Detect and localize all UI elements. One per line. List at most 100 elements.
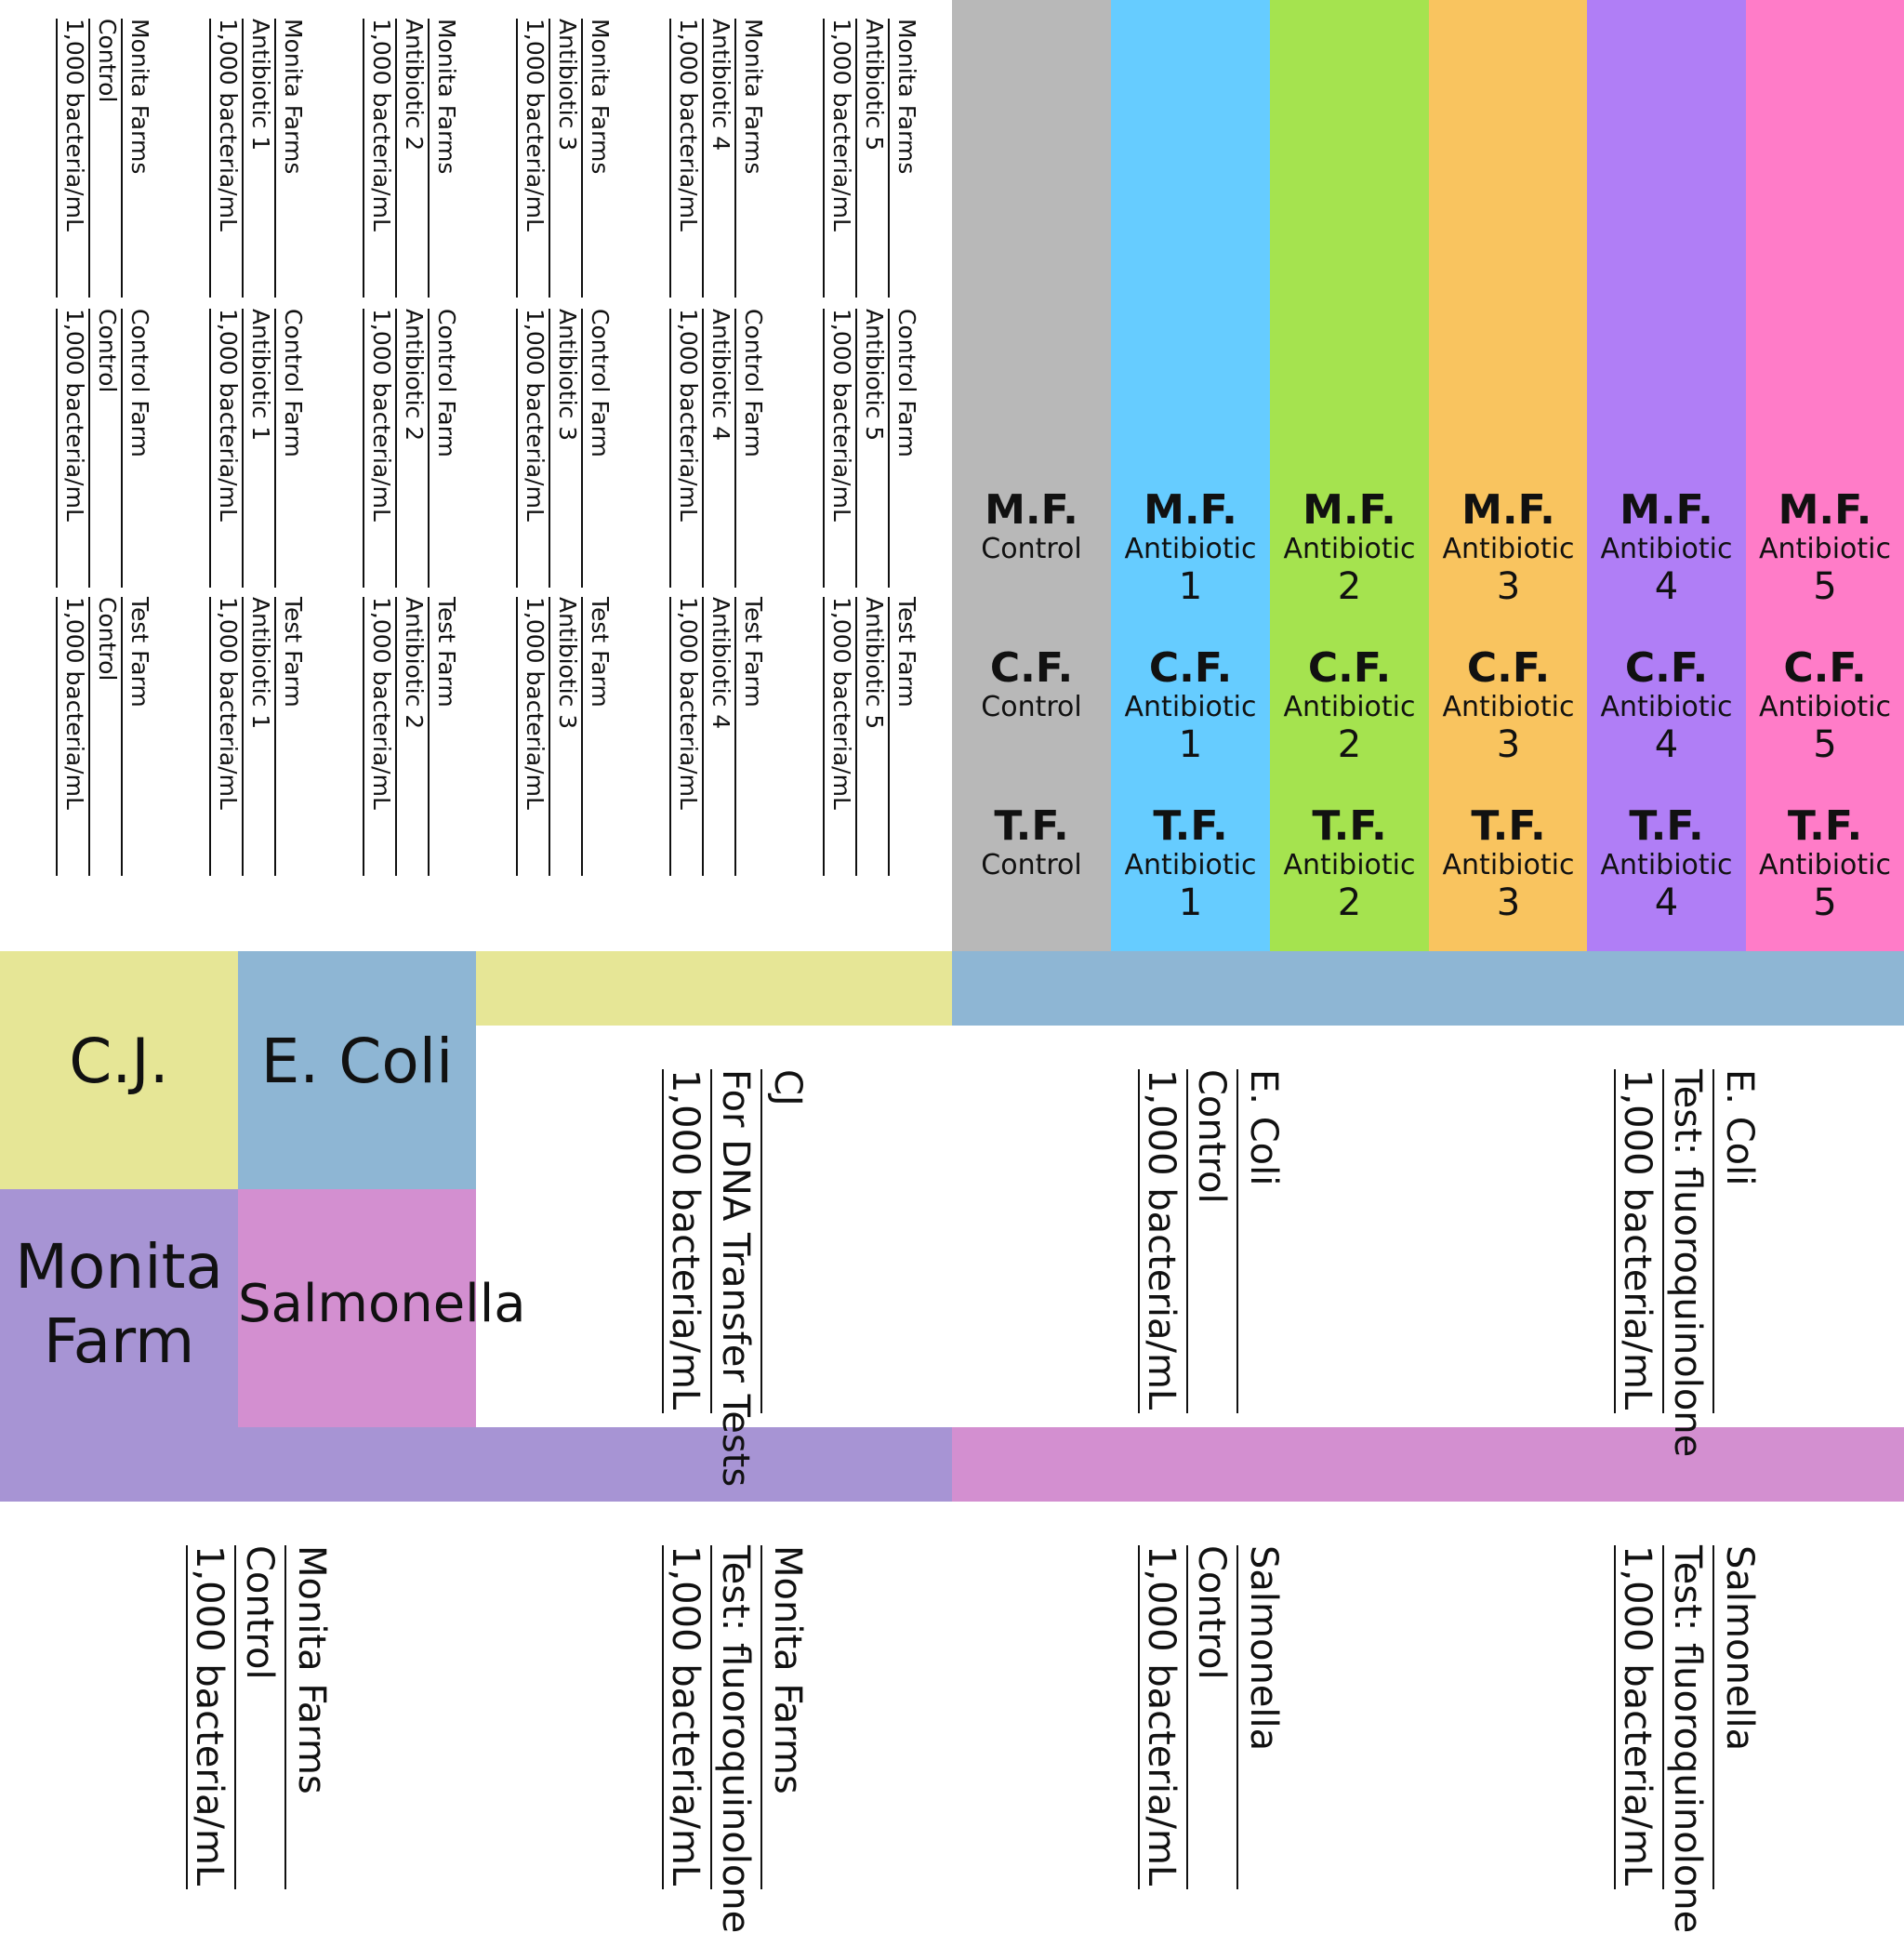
label-line <box>121 309 123 588</box>
tube-label: Monita Farms Antibiotic 4 1,000 bacteria/m… <box>669 19 770 298</box>
monita-farm-block: Monita Farm <box>0 1189 238 1427</box>
antibiotic-number: 5 <box>1813 881 1837 924</box>
column-cell: M.F. Antibiotic 3 <box>1429 486 1588 608</box>
label-concentration: 1,000 bacteria/mL <box>61 597 88 810</box>
label-line <box>855 309 857 588</box>
column-cell: M.F. Antibiotic 4 <box>1587 488 1746 608</box>
label-line <box>284 1545 286 1889</box>
label-line <box>88 309 90 588</box>
label-line <box>56 597 58 876</box>
farm-abbreviation: C.F. <box>1307 644 1392 692</box>
label-concentration: 1,000 bacteria/mL <box>368 597 395 810</box>
farm-abbreviation: M.F. <box>1302 486 1396 534</box>
label-sample: Control <box>94 19 121 103</box>
label-sample: Test: fluoroquinolone <box>1666 1069 1709 1458</box>
sample-type: Antibiotic <box>1600 849 1733 881</box>
sample-type: Control <box>981 533 1082 565</box>
column-cell: C.F. Control <box>952 646 1111 724</box>
label-concentration: 1,000 bacteria/mL <box>215 597 242 810</box>
label-sample: Antibiotic 1 <box>247 597 274 730</box>
column-cell: C.F. Antibiotic 5 <box>1746 646 1904 766</box>
farm-abbreviation: M.F. <box>1461 486 1555 534</box>
label-line <box>734 597 736 876</box>
label-line <box>363 597 364 876</box>
label-sample: Antibiotic 2 <box>401 597 428 730</box>
label-sample: Antibiotic 4 <box>707 309 734 442</box>
label-sample: Antibiotic 3 <box>554 19 581 152</box>
sample-type: Antibiotic <box>1759 691 1891 723</box>
farm-abbreviation: M.F. <box>1144 486 1237 534</box>
tube-label: Test Farm Antibiotic 2 1,000 bacteria/mL <box>363 597 463 876</box>
sample-type: Antibiotic <box>1600 533 1733 565</box>
column-cell: T.F. Antibiotic 2 <box>1270 804 1429 924</box>
antibiotic-column: M.F. Antibiotic 4 C.F. Antibiotic 4 T.F. Antibi… <box>1587 0 1746 951</box>
sample-type: Antibiotic <box>1442 533 1575 565</box>
label-concentration: 1,000 bacteria/mL <box>522 309 549 522</box>
farm-abbreviation: M.F. <box>985 486 1078 534</box>
label-line <box>549 309 550 588</box>
ecoli-strip <box>952 951 1904 1026</box>
farm-abbreviation: T.F. <box>1629 802 1704 850</box>
tube-label: Test Farm Control 1,000 bacteria/mL <box>56 597 156 876</box>
label-line <box>823 19 825 298</box>
label-sample: For DNA Transfer Tests <box>714 1069 757 1488</box>
label-line <box>734 19 736 298</box>
label-title: CJ <box>766 1069 809 1106</box>
label-line <box>549 19 550 298</box>
sample-type: Antibiotic <box>1759 849 1891 881</box>
sample-type: Antibiotic <box>1759 533 1891 565</box>
antibiotic-number: 2 <box>1337 881 1362 924</box>
sample-type: Control <box>981 691 1082 723</box>
sample-type: Antibiotic <box>1124 533 1257 565</box>
tube-label: Monita Farms Antibiotic 3 1,000 bacteria/m… <box>516 19 616 298</box>
label-line <box>888 597 890 876</box>
ecoli-block-text: E. Coli <box>260 1026 454 1097</box>
label-line <box>702 19 704 298</box>
label-line <box>88 597 90 876</box>
antibiotic-number: 3 <box>1496 565 1521 608</box>
sample-type: Antibiotic <box>1283 849 1416 881</box>
label-concentration: 1,000 bacteria/mL <box>188 1545 231 1887</box>
label-line <box>581 19 583 298</box>
sample-type: Antibiotic <box>1283 691 1416 723</box>
cj-block: C.J. <box>0 951 238 1189</box>
label-line <box>363 309 364 588</box>
label-sample: Antibiotic 1 <box>247 19 274 152</box>
label-farm: Test Farm <box>893 597 920 708</box>
column-cell: C.F. Antibiotic 4 <box>1587 644 1746 766</box>
label-line <box>549 597 550 876</box>
antibiotic-number: 3 <box>1496 881 1521 924</box>
label-line <box>516 19 518 298</box>
column-cell: M.F. Antibiotic 1 <box>1111 486 1270 608</box>
label-line <box>702 309 704 588</box>
label-concentration: 1,000 bacteria/mL <box>1140 1069 1183 1410</box>
label-concentration: 1,000 bacteria/mL <box>522 19 549 232</box>
sample-type: Antibiotic <box>1442 849 1575 881</box>
label-concentration: 1,000 bacteria/mL <box>675 597 702 810</box>
label-line <box>581 309 583 588</box>
column-cell: C.F. Antibiotic 1 <box>1111 644 1270 766</box>
farm-abbreviation: T.F. <box>1471 802 1546 850</box>
label-farm: Test Farm <box>587 597 614 708</box>
farm-abbreviation: M.F. <box>1778 486 1872 534</box>
label-sample: Control <box>94 597 121 682</box>
farm-abbreviation: C.F. <box>1624 644 1709 692</box>
farm-abbreviation: C.F. <box>1148 644 1233 692</box>
antibiotic-number: 1 <box>1178 723 1203 766</box>
label-concentration: 1,000 bacteria/mL <box>61 19 88 232</box>
label-line <box>242 19 244 298</box>
label-sample: Control <box>238 1545 281 1680</box>
salmonella-block: Salmonella <box>238 1189 526 1427</box>
tube-label: Monita Farms Antibiotic 2 1,000 bacteria/m… <box>363 19 463 298</box>
monita-block-text-line1: Monita <box>15 1231 223 1303</box>
large-tube-label: E. Coli Control 1,000 bacteria/mL <box>1138 1069 1285 1413</box>
tube-label: Test Farm Antibiotic 1 1,000 bacteria/mL <box>209 597 310 876</box>
label-line <box>209 19 211 298</box>
column-cell: C.F. Antibiotic 3 <box>1429 646 1588 766</box>
label-farm: Monita Farms <box>126 19 153 175</box>
cj-block-text: C.J. <box>69 1026 169 1097</box>
salmonella-strip <box>952 1427 1904 1502</box>
label-line <box>1236 1545 1238 1889</box>
label-line <box>428 309 430 588</box>
antibiotic-column: M.F. Antibiotic 3 C.F. Antibiotic 3 T.F. Antibi… <box>1429 0 1588 951</box>
